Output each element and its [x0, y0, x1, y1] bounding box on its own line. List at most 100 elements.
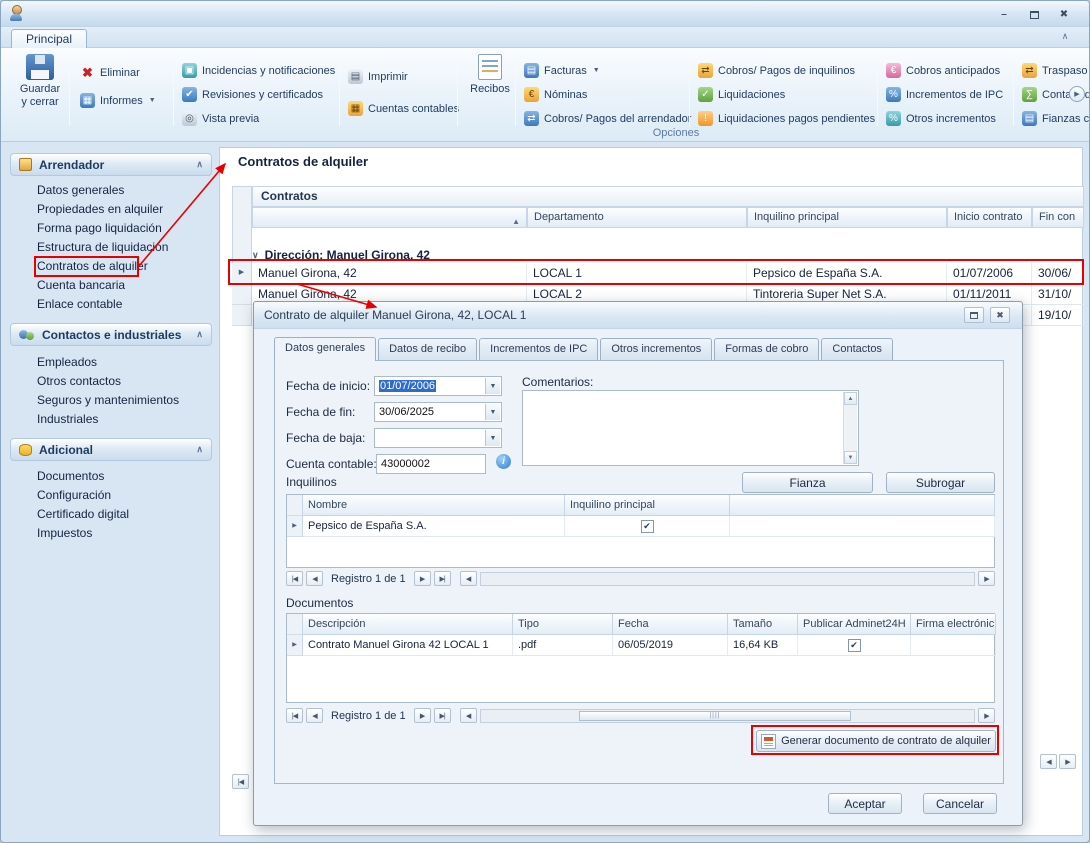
sidebar-item-forma-pago[interactable]: Forma pago liquidación	[9, 219, 211, 238]
grid-scroll-left-button[interactable]: ◀	[1040, 754, 1057, 769]
scroll-left-button[interactable]: ◀	[460, 708, 477, 723]
sidebar-item-seguros[interactable]: Seguros y mantenimientos	[9, 391, 211, 410]
scroll-up-icon[interactable]: ▲	[844, 392, 857, 405]
facturas-button[interactable]: ▤ Facturas ▼	[521, 61, 603, 80]
sidebar-item-documentos[interactable]: Documentos	[9, 467, 211, 486]
first-page-button[interactable]: |◀	[286, 708, 303, 723]
nominas-button[interactable]: € Nóminas	[521, 85, 590, 104]
comments-textarea[interactable]: ▲ ▼	[522, 390, 859, 466]
tab-datos-generales[interactable]: Datos generales	[274, 337, 376, 361]
checkbox-checked[interactable]: ✔	[641, 520, 654, 533]
sidebar-item-industriales[interactable]: Industriales	[9, 410, 211, 429]
fecha-baja-input[interactable]: ▼	[374, 428, 502, 448]
cell-descripcion[interactable]: Contrato Manuel Girona 42 LOCAL 1	[303, 635, 513, 656]
generate-contract-document-button[interactable]: Generar documento de contrato de alquile…	[756, 730, 996, 752]
maximize-button[interactable]	[1023, 7, 1045, 22]
sidebar-group-adicional[interactable]: Adicional ∧	[10, 438, 212, 461]
first-page-button[interactable]: |◀	[286, 571, 303, 586]
column-header-tamano[interactable]: Tamaño	[728, 614, 798, 635]
dialog-close-button[interactable]: ✖	[990, 307, 1010, 323]
ribbon-overflow-button[interactable]: ▶	[1069, 86, 1085, 102]
vista-previa-button[interactable]: ◎ Vista previa	[179, 109, 262, 128]
imprimir-button[interactable]: ▤ Imprimir	[345, 67, 411, 86]
sidebar-item-otros-contactos[interactable]: Otros contactos	[9, 372, 211, 391]
scroll-right-button[interactable]: ▶	[978, 571, 995, 586]
otros-incrementos-button[interactable]: % Otros incrementos	[883, 109, 999, 128]
sidebar-item-configuracion[interactable]: Configuración	[9, 486, 211, 505]
fecha-inicio-input[interactable]: 01/07/2006 ▼	[374, 376, 502, 396]
guardar-y-cerrar-button[interactable]: Guardar y cerrar	[13, 54, 67, 109]
column-header-principal[interactable]: Inquilino principal	[565, 495, 730, 516]
hscrollbar-track[interactable]	[480, 572, 975, 586]
info-icon[interactable]: i	[496, 454, 511, 469]
dialog-title-bar[interactable]: Contrato de alquiler Manuel Girona, 42, …	[254, 302, 1022, 329]
informes-button[interactable]: ▦ Informes ▼	[77, 91, 159, 110]
recibos-button[interactable]: Recibos	[463, 54, 517, 96]
accept-button[interactable]: Aceptar	[828, 793, 902, 814]
scroll-down-icon[interactable]: ▼	[844, 451, 857, 464]
subrogar-button[interactable]: Subrogar	[886, 472, 995, 493]
fianzas-button[interactable]: ▤ Fianzas c	[1019, 109, 1090, 128]
scroll-right-button[interactable]: ▶	[978, 708, 995, 723]
cancel-button[interactable]: Cancelar	[923, 793, 997, 814]
grid-first-page-button[interactable]: |◀	[232, 774, 249, 789]
last-page-button[interactable]: ▶|	[434, 708, 451, 723]
grid-group-row[interactable]: ∨ Dirección: Manuel Girona, 42	[252, 247, 1072, 263]
cell-tamano[interactable]: 16,64 KB	[728, 635, 798, 656]
cobros-arrendador-button[interactable]: ⇄ Cobros/ Pagos del arrendador	[521, 109, 694, 128]
prev-page-button[interactable]: ◀	[306, 571, 323, 586]
sidebar-item-certificado[interactable]: Certificado digital	[9, 505, 211, 524]
column-header-fecha[interactable]: Fecha	[613, 614, 728, 635]
sidebar-item-empleados[interactable]: Empleados	[9, 353, 211, 372]
scroll-left-button[interactable]: ◀	[460, 571, 477, 586]
liquidaciones-button[interactable]: ✓ Liquidaciones	[695, 85, 788, 104]
sidebar-item-propiedades[interactable]: Propiedades en alquiler	[9, 200, 211, 219]
tab-otros-incrementos[interactable]: Otros incrementos	[600, 338, 712, 360]
cell-principal[interactable]: ✔	[565, 516, 730, 537]
sidebar-item-cuenta-bancaria[interactable]: Cuenta bancaria	[9, 276, 211, 295]
close-button[interactable]: ✖	[1053, 7, 1075, 22]
column-header-tipo[interactable]: Tipo	[513, 614, 613, 635]
column-header-direccion[interactable]: ▲	[252, 207, 527, 228]
cobros-inquilinos-button[interactable]: ⇄ Cobros/ Pagos de inquilinos	[695, 61, 858, 80]
tab-incrementos-ipc[interactable]: Incrementos de IPC	[479, 338, 598, 360]
fecha-fin-input[interactable]: 30/06/2025 ▼	[374, 402, 502, 422]
tab-principal[interactable]: Principal	[11, 29, 87, 48]
traspaso-button[interactable]: ⇄ Traspaso	[1019, 61, 1090, 80]
minimize-button[interactable]: –	[993, 7, 1015, 22]
cell-fecha[interactable]: 06/05/2019	[613, 635, 728, 656]
app-icon[interactable]	[8, 5, 24, 21]
grid-scroll-right-button[interactable]: ▶	[1059, 754, 1076, 769]
ribbon-collapse-icon[interactable]: ∧	[1055, 31, 1075, 45]
sidebar-item-enlace-contable[interactable]: Enlace contable	[9, 295, 211, 314]
fianza-button[interactable]: Fianza	[742, 472, 873, 493]
hscrollbar-track[interactable]: ||||	[480, 709, 975, 723]
incidencias-button[interactable]: ▣ Incidencias y notificaciones	[179, 61, 338, 80]
column-header-publicar[interactable]: Publicar Adminet24H	[798, 614, 911, 635]
column-header-departamento[interactable]: Departamento	[527, 207, 747, 228]
hscrollbar-thumb[interactable]: ||||	[579, 711, 850, 721]
next-page-button[interactable]: ▶	[414, 708, 431, 723]
dropdown-icon[interactable]: ▼	[485, 378, 500, 394]
incrementos-ipc-button[interactable]: % Incrementos de IPC	[883, 85, 1006, 104]
dropdown-icon[interactable]: ▼	[485, 404, 500, 420]
sidebar-item-estructura[interactable]: Estructura de liquidación	[9, 238, 211, 257]
sidebar-item-datos-generales[interactable]: Datos generales	[9, 181, 211, 200]
cell-tipo[interactable]: .pdf	[513, 635, 613, 656]
comments-scrollbar[interactable]: ▲ ▼	[843, 392, 857, 464]
tab-formas-cobro[interactable]: Formas de cobro	[714, 338, 819, 360]
prev-page-button[interactable]: ◀	[306, 708, 323, 723]
cobros-anticipados-button[interactable]: € Cobros anticipados	[883, 61, 1003, 80]
last-page-button[interactable]: ▶|	[434, 571, 451, 586]
sidebar-item-contratos-alquiler[interactable]: Contratos de alquiler	[9, 257, 211, 276]
column-header-inicio[interactable]: Inicio contrato	[947, 207, 1032, 228]
column-header-inquilino[interactable]: Inquilino principal	[747, 207, 947, 228]
sidebar-group-contactos[interactable]: Contactos e industriales ∧	[10, 323, 212, 346]
sidebar-group-arrendador[interactable]: Arrendador ∧	[10, 153, 212, 176]
contract-row[interactable]: ▶ Manuel Girona, 42 LOCAL 1 Pepsico de E…	[232, 263, 1084, 284]
cell-nombre[interactable]: Pepsico de España S.A.	[303, 516, 565, 537]
liquidaciones-pendientes-button[interactable]: ! Liquidaciones pagos pendientes	[695, 109, 878, 128]
tab-contactos[interactable]: Contactos	[821, 338, 893, 360]
column-header-fin[interactable]: Fin con	[1032, 207, 1084, 228]
cuentas-contables-button[interactable]: ▦ Cuentas contables	[345, 99, 462, 118]
